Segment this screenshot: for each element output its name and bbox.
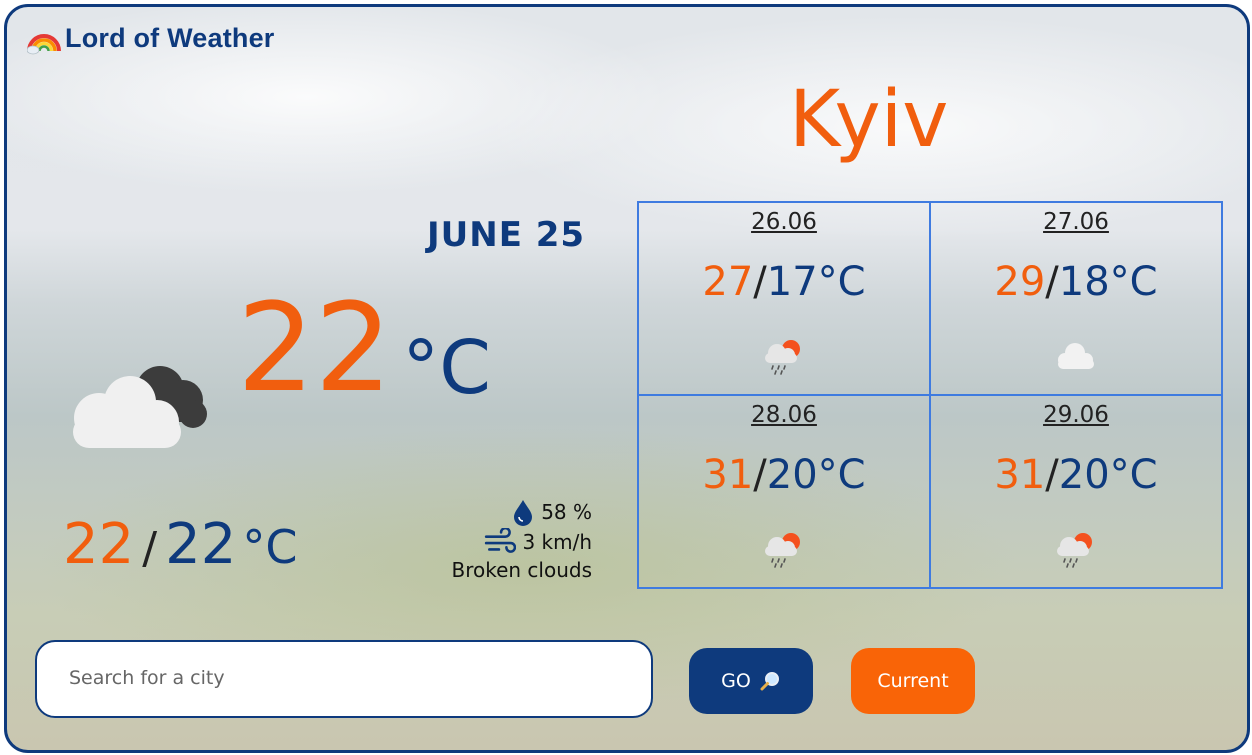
go-button[interactable]: GO	[689, 648, 813, 714]
humidity-row: 58 %	[447, 497, 592, 527]
humidity-drop-icon	[514, 500, 533, 526]
high-temperature: 22	[63, 512, 135, 577]
forecast-high: 27	[702, 259, 754, 305]
go-button-label: GO	[721, 670, 751, 692]
app-logo[interactable]: Lord of Weather	[27, 21, 275, 55]
humidity-value: 58 %	[541, 500, 592, 524]
magnifier-icon	[760, 672, 779, 691]
wind-value: 3 km/h	[522, 530, 592, 554]
city-name: Kyiv	[789, 75, 949, 165]
forecast-separator: /	[753, 452, 767, 498]
forecast-day: 26.06 27/17°C	[638, 202, 930, 395]
forecast-high: 31	[994, 452, 1046, 498]
temperature-separator: /	[142, 523, 158, 574]
high-low-unit: °C	[242, 520, 298, 574]
low-temperature: 22	[165, 512, 237, 577]
forecast-temperature: 27/17°C	[639, 259, 929, 305]
city-search-input[interactable]	[67, 666, 631, 690]
current-temperature-value: 22	[237, 277, 393, 419]
forecast-temperature: 31/20°C	[931, 452, 1221, 498]
city-search-box	[35, 640, 653, 718]
forecast-separator: /	[1045, 259, 1059, 305]
forecast-separator: /	[1045, 452, 1059, 498]
current-button-label: Current	[877, 670, 949, 692]
forecast-low: 20°C	[766, 452, 866, 498]
current-location-button[interactable]: Current	[851, 648, 975, 714]
description-row: Broken clouds	[447, 557, 592, 583]
current-date: JUNE 25	[427, 215, 586, 255]
forecast-date[interactable]: 27.06	[1043, 209, 1109, 235]
forecast-separator: /	[753, 259, 767, 305]
wind-row: 3 km/h	[447, 527, 592, 557]
forecast-date[interactable]: 26.06	[751, 209, 817, 235]
forecast-day: 29.06 31/20°C	[930, 395, 1222, 588]
forecast-high: 31	[702, 452, 754, 498]
forecast-date[interactable]: 28.06	[751, 402, 817, 428]
current-temperature: 22 °C	[237, 287, 491, 411]
high-low-temperature: 22 / 22 °C	[63, 512, 297, 577]
forecast-temperature: 31/20°C	[639, 452, 929, 498]
forecast-grid: 26.06 27/17°C 27.06 29/18°C 28.06 31/20°…	[637, 201, 1223, 589]
forecast-low: 17°C	[766, 259, 866, 305]
cloud-icon	[1058, 343, 1094, 369]
wind-icon	[485, 528, 517, 553]
forecast-temperature: 29/18°C	[931, 259, 1221, 305]
weather-description: Broken clouds	[451, 558, 592, 582]
rain-sun-icon	[765, 340, 800, 375]
current-temperature-unit: °C	[402, 325, 491, 411]
forecast-high: 29	[994, 259, 1046, 305]
forecast-date[interactable]: 29.06	[1043, 402, 1109, 428]
rain-sun-icon	[1057, 533, 1092, 568]
app-frame: Lord of Weather Kyiv JUNE 25 22 °C 22 / …	[4, 4, 1250, 753]
rainbow-icon	[27, 34, 61, 55]
forecast-day: 28.06 31/20°C	[638, 395, 930, 588]
forecast-low: 18°C	[1058, 259, 1158, 305]
forecast-day: 27.06 29/18°C	[930, 202, 1222, 395]
weather-details: 58 % 3 km/h Broken clouds	[447, 497, 592, 583]
broken-clouds-icon	[73, 366, 207, 448]
forecast-low: 20°C	[1058, 452, 1158, 498]
app-title: Lord of Weather	[65, 22, 275, 53]
rain-sun-icon	[765, 533, 800, 568]
